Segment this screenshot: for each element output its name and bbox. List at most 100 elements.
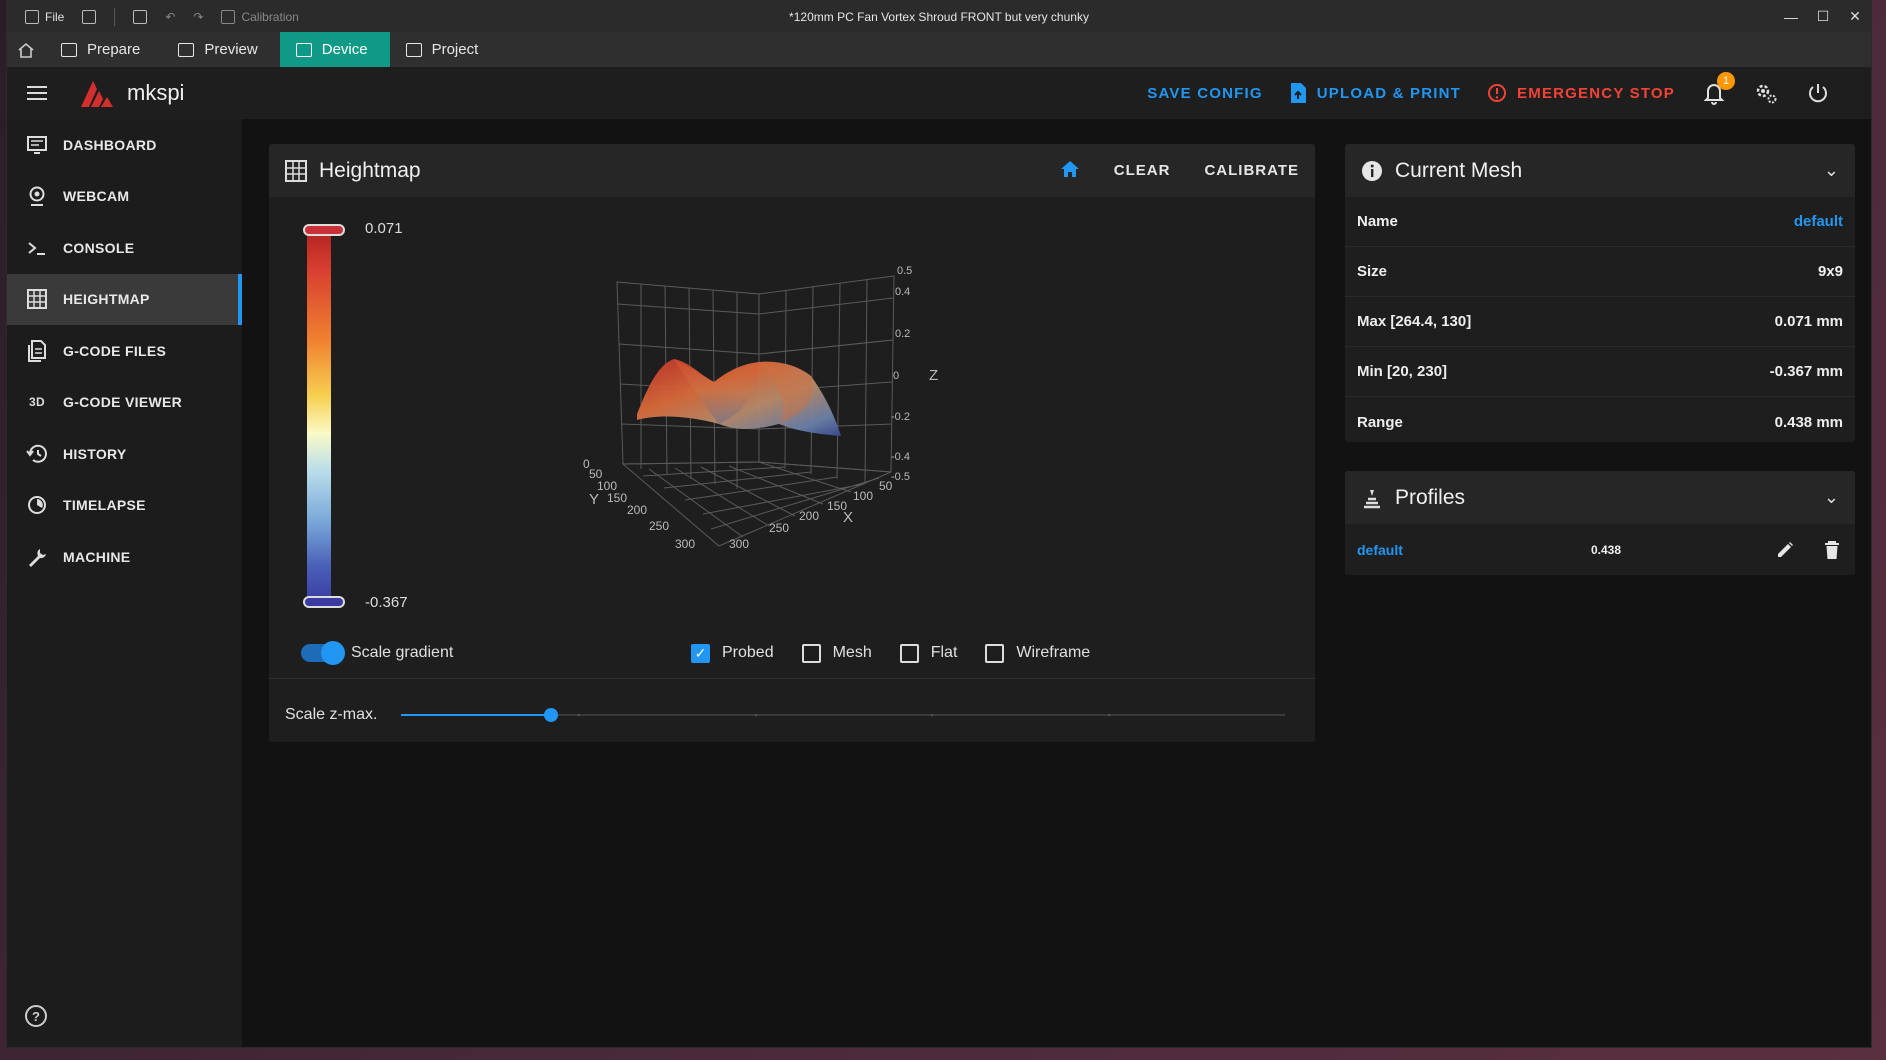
calibration-label: Calibration — [241, 9, 299, 24]
minimize-icon[interactable]: — — [1775, 1, 1807, 32]
trash-icon[interactable] — [1823, 540, 1841, 560]
file-menu-label: File — [45, 9, 65, 24]
file-menu[interactable]: File — [19, 1, 70, 32]
main-tabbar: Prepare Preview Device Project — [7, 32, 1871, 67]
sidebar-item-dashboard[interactable]: DASHBOARD — [7, 119, 242, 171]
mesh-row-value: 9x9 — [1817, 263, 1843, 280]
mesh-row-label: Max [264.4, 130] — [1357, 313, 1472, 330]
redo-icon: ↷ — [193, 9, 204, 24]
console-icon — [25, 237, 49, 259]
home-tab[interactable] — [7, 32, 45, 67]
tab-project[interactable]: Project — [390, 32, 501, 67]
home-icon — [18, 42, 34, 58]
calibration-menu[interactable]: Calibration — [215, 1, 304, 32]
sidebar-item-machine[interactable]: MACHINE — [7, 531, 242, 583]
mesh-row-value: 0.438 mm — [1774, 413, 1843, 431]
brand-logo: mkspi — [77, 77, 184, 109]
layers-icon — [178, 42, 195, 57]
svg-text:0: 0 — [893, 370, 899, 382]
sidebar-item-timelapse[interactable]: TIMELAPSE — [7, 480, 242, 532]
svg-text:100: 100 — [853, 489, 873, 503]
scale-zmax-row: Scale z-max. — [285, 700, 1285, 730]
sidebar-item-label: TIMELAPSE — [63, 497, 146, 514]
help-icon[interactable]: ? — [25, 1005, 47, 1027]
flat-checkbox[interactable]: Flat — [899, 643, 958, 663]
checkbox-checked-icon: ✓ — [691, 643, 710, 663]
save-button[interactable] — [127, 1, 153, 32]
cube-icon — [61, 42, 77, 57]
wrench-icon — [25, 546, 49, 568]
sidebar-item-gcode-viewer[interactable]: 3D G-CODE VIEWER — [7, 377, 242, 429]
mesh-row-max: Max [264.4, 130] 0.071 mm — [1345, 297, 1855, 347]
mesh-name-link[interactable]: default — [1794, 213, 1843, 230]
scale-zmax-slider[interactable] — [401, 708, 1285, 722]
maximize-icon[interactable]: ☐ — [1807, 1, 1839, 32]
sidebar-item-history[interactable]: HISTORY — [7, 428, 242, 480]
file-upload-icon — [1290, 83, 1306, 103]
svg-text:50: 50 — [879, 479, 893, 493]
power-button[interactable] — [1805, 80, 1831, 106]
grid-icon — [285, 159, 307, 182]
tab-preview[interactable]: Preview — [162, 32, 279, 67]
flat-label: Flat — [930, 644, 958, 661]
calibration-icon — [221, 9, 236, 24]
heightmap-3d-plot[interactable]: 0.5 0.4 0.2 0 -0.2 -0.4 Z -0.5 50 100 15… — [579, 264, 999, 614]
power-icon — [1809, 84, 1827, 103]
app-window: File ↶ ↷ Calibration *120mm PC Fan Vorte… — [6, 0, 1872, 1048]
mesh-checkbox[interactable]: Mesh — [801, 643, 872, 663]
sidebar-item-label: G-CODE FILES — [63, 342, 167, 359]
notifications-button[interactable]: 1 — [1701, 72, 1735, 106]
svg-text:0.4: 0.4 — [895, 286, 910, 298]
3d-icon: 3D — [29, 395, 45, 410]
wireframe-checkbox[interactable]: Wireframe — [985, 643, 1090, 663]
stack-icon — [1364, 489, 1380, 508]
close-icon[interactable]: ✕ — [1839, 1, 1871, 32]
current-mesh-header[interactable]: Current Mesh ⌄ — [1345, 144, 1855, 197]
sidebar-item-webcam[interactable]: WEBCAM — [7, 171, 242, 223]
tab-prepare[interactable]: Prepare — [45, 32, 162, 67]
profile-range-value: 0.438 — [1591, 542, 1622, 557]
list-icon — [82, 9, 97, 24]
chevron-down-icon[interactable]: ⌄ — [1824, 487, 1839, 508]
slider-thumb[interactable] — [544, 708, 559, 722]
scale-gradient-label: Scale gradient — [351, 644, 454, 661]
redo-button[interactable]: ↷ — [187, 1, 209, 32]
clear-button[interactable]: CLEAR — [1114, 162, 1171, 179]
sidebar: DASHBOARD WEBCAM CONSOLE HEIGHTMAP G-COD… — [7, 119, 243, 1047]
project-icon — [405, 42, 422, 57]
y-axis-label: Y — [589, 491, 599, 508]
pencil-icon[interactable] — [1775, 540, 1795, 560]
tab-device[interactable]: Device — [279, 32, 390, 67]
menu-icon[interactable] — [7, 86, 67, 100]
undo-button[interactable]: ↶ — [159, 1, 181, 32]
sidebar-item-label: WEBCAM — [63, 188, 130, 205]
svg-text:300: 300 — [675, 537, 695, 551]
heightmap-options: Scale gradient ✓ Probed Mesh Flat Wirefr… — [301, 638, 1281, 668]
save-config-button[interactable]: SAVE CONFIG — [1147, 85, 1262, 102]
home-view-button[interactable] — [1060, 160, 1080, 182]
y-axis-ticks: 0 50 100 150 200 250 300 — [583, 457, 695, 551]
sidebar-item-heightmap[interactable]: HEIGHTMAP — [7, 273, 242, 325]
probed-checkbox[interactable]: ✓ Probed — [691, 643, 774, 663]
emergency-stop-button[interactable]: EMERGENCY STOP — [1487, 83, 1675, 103]
settings-button[interactable] — [1753, 80, 1779, 106]
chevron-down-icon[interactable]: ⌄ — [1824, 160, 1839, 181]
profiles-header[interactable]: Profiles ⌄ — [1345, 471, 1855, 524]
brand-name: mkspi — [127, 80, 185, 105]
color-scale-max-handle[interactable] — [303, 224, 345, 236]
color-scale-min-handle[interactable] — [303, 596, 345, 608]
sidebar-item-console[interactable]: CONSOLE — [7, 222, 242, 274]
mesh-row-label: Name — [1357, 213, 1398, 230]
timelapse-icon — [25, 494, 49, 516]
list-button[interactable] — [76, 1, 102, 32]
calibrate-button[interactable]: CALIBRATE — [1204, 162, 1299, 179]
profile-name-link[interactable]: default — [1357, 542, 1591, 558]
scale-gradient-toggle[interactable] — [301, 641, 345, 665]
upload-print-button[interactable]: UPLOAD & PRINT — [1289, 82, 1461, 104]
sidebar-item-gcode-files[interactable]: G-CODE FILES — [7, 325, 242, 377]
sidebar-item-label: MACHINE — [63, 548, 131, 565]
color-scale-min-label: -0.367 — [365, 594, 408, 611]
profiles-card: Profiles ⌄ default 0.438 — [1345, 471, 1855, 575]
heightmap-header: Heightmap CLEAR CALIBRATE — [269, 144, 1315, 197]
undo-icon: ↶ — [165, 9, 176, 24]
